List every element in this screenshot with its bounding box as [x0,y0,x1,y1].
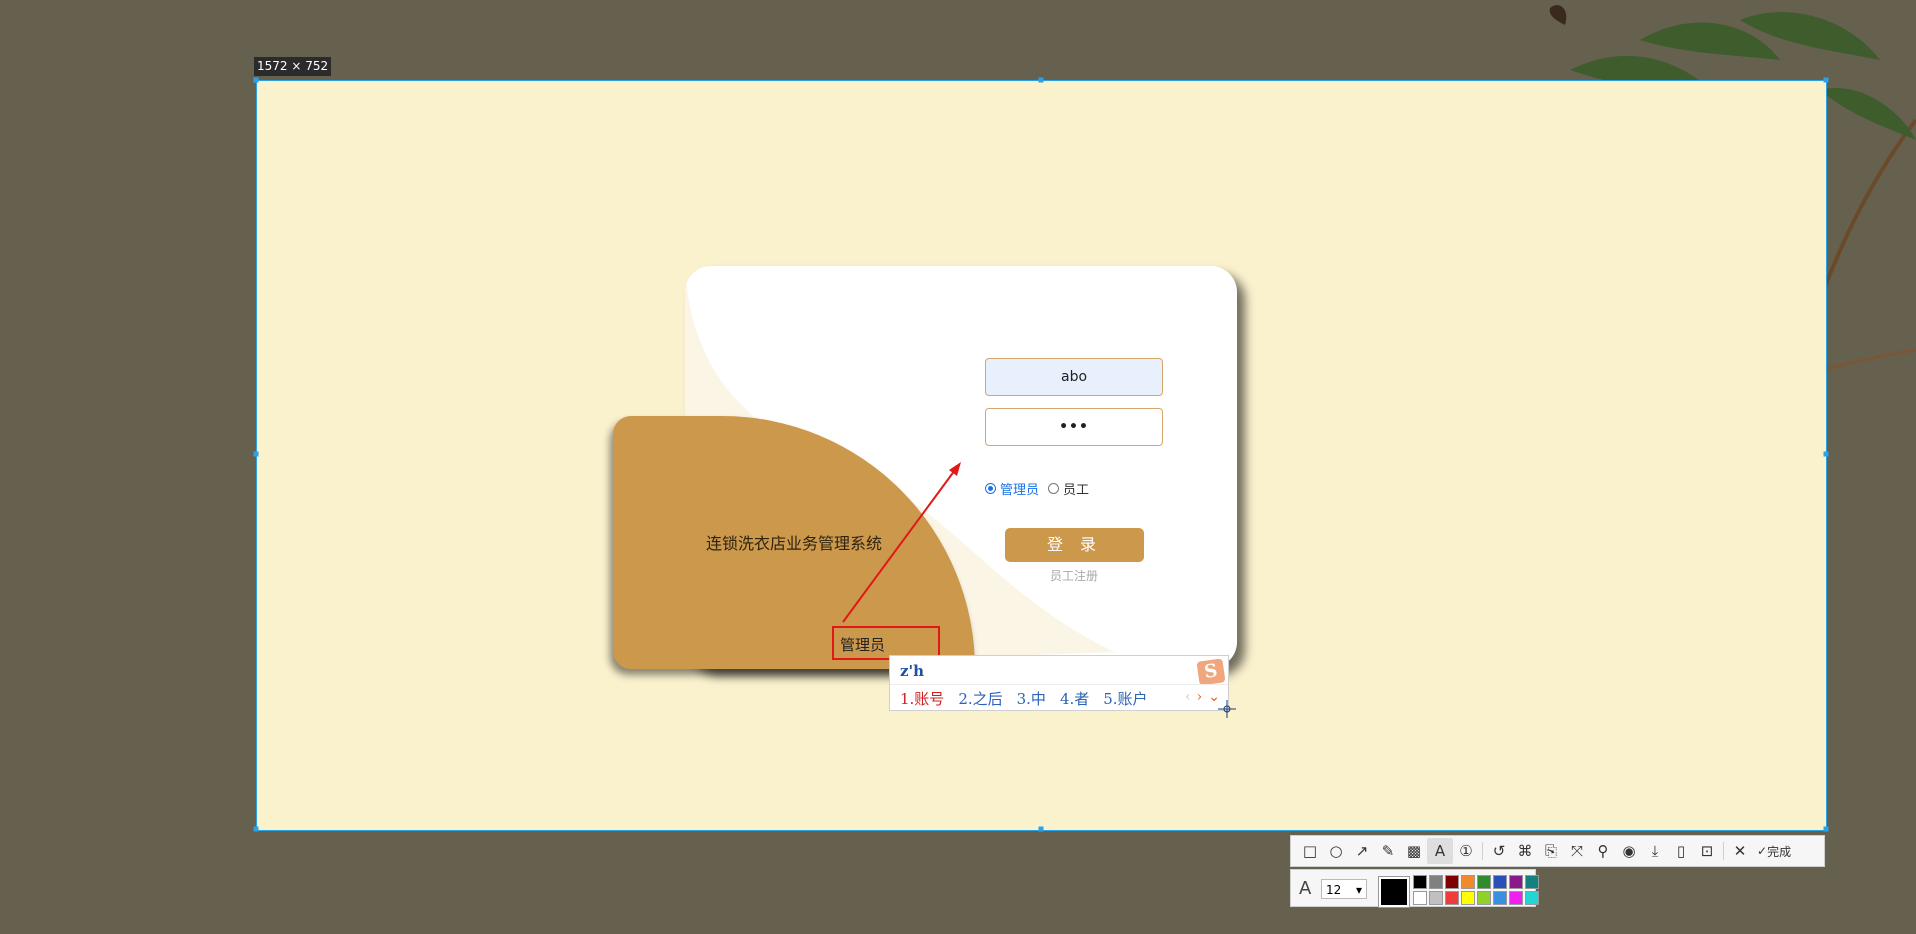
color-swatch[interactable] [1493,875,1507,889]
role-radio-staff[interactable]: 员工 [1048,479,1089,498]
ime-candidate[interactable]: 3.中 [1017,688,1046,709]
username-input[interactable]: abo [985,358,1163,396]
crosshair-cursor-icon [1218,700,1236,718]
color-swatch[interactable] [1413,875,1427,889]
color-swatch[interactable] [1525,891,1539,905]
long-capture-icon[interactable]: ⤧ [1564,838,1590,864]
role-label-staff: 员工 [1063,483,1090,498]
ime-candidate[interactable]: 1.账号 [900,688,944,709]
mosaic-tool-icon[interactable]: ▩ [1401,838,1427,864]
resize-handle-right[interactable] [1823,451,1829,457]
resize-handle-top[interactable] [1038,77,1044,83]
screenshot-toolbar: □ ○ ↗ ✎ ▩ A ① ↺ ⌘ ⎘ ⤧ ⚲ ◉ ⤓ ▯ ⊡ ✕ ✓ 完成 [1290,835,1825,867]
radio-unchecked-icon [1048,483,1059,494]
download-icon[interactable]: ⤓ [1642,838,1668,864]
font-icon: A [1299,878,1312,899]
resize-handle-bottom-right[interactable] [1823,826,1829,832]
color-swatch[interactable] [1477,891,1491,905]
arrow-tool-icon[interactable]: ↗ [1349,838,1375,864]
password-input[interactable]: ••• [985,408,1163,446]
login-button[interactable]: 登 录 [1005,528,1144,562]
undo-icon[interactable]: ↺ [1486,838,1512,864]
color-swatch[interactable] [1413,891,1427,905]
pen-tool-icon[interactable]: ✎ [1375,838,1401,864]
color-swatch[interactable] [1461,875,1475,889]
color-swatch[interactable] [1445,891,1459,905]
ime-candidate-window: z'h S 1.账号 2.之后 3.中 4.者 5.账户 ‹ › ⌄ [889,655,1229,711]
text-style-bar: A 12 [1290,869,1539,908]
color-swatch[interactable] [1429,891,1443,905]
phone-icon[interactable]: ▯ [1668,838,1694,864]
current-color-swatch[interactable] [1378,876,1410,908]
color-swatch[interactable] [1445,875,1459,889]
close-icon[interactable]: ✕ [1727,838,1753,864]
number-tool-icon[interactable]: ① [1453,838,1479,864]
color-swatch[interactable] [1461,891,1475,905]
rectangle-tool-icon[interactable]: □ [1297,838,1323,864]
register-link[interactable]: 员工注册 [1050,567,1098,584]
done-label: 完成 [1767,844,1792,859]
font-size-select[interactable]: 12 [1321,879,1367,900]
ime-logo-icon: S [1196,658,1226,686]
ime-prev-page-icon[interactable]: ‹ [1185,689,1191,705]
resize-handle-top-left[interactable] [253,77,259,83]
translate-icon[interactable]: ⎘ [1538,838,1564,864]
check-icon: ✓ [1757,844,1768,858]
color-swatch[interactable] [1509,891,1523,905]
ime-candidate[interactable]: 4.者 [1060,688,1089,709]
color-swatch[interactable] [1493,891,1507,905]
role-radio-admin[interactable]: 管理员 [985,479,1039,498]
color-swatch[interactable] [1509,875,1523,889]
ime-candidate[interactable]: 5.账户 [1103,688,1147,709]
ellipse-tool-icon[interactable]: ○ [1323,838,1349,864]
resize-handle-bottom-left[interactable] [253,826,259,832]
resize-handle-bottom[interactable] [1038,826,1044,832]
ime-candidate[interactable]: 2.之后 [958,688,1002,709]
radio-checked-icon [985,483,996,494]
selection-size-label: 1572 × 752 [254,57,332,76]
color-swatch[interactable] [1477,875,1491,889]
record-icon[interactable]: ◉ [1616,838,1642,864]
text-tool-icon[interactable]: A [1427,838,1453,864]
role-label-admin: 管理员 [1000,483,1040,498]
pin-icon[interactable]: ⚲ [1590,838,1616,864]
ime-next-page-icon[interactable]: › [1197,689,1203,705]
color-palette [1413,875,1539,905]
ime-composition: z'h [900,662,925,680]
ocr-icon[interactable]: ⌘ [1512,838,1538,864]
done-button[interactable]: ✓ 完成 [1757,843,1791,860]
color-swatch[interactable] [1429,875,1443,889]
resize-handle-left[interactable] [253,451,259,457]
system-title: 连锁洗衣店业务管理系统 [706,534,883,553]
resize-handle-top-right[interactable] [1823,77,1829,83]
color-swatch[interactable] [1525,875,1539,889]
bookmark-icon[interactable]: ⊡ [1694,838,1720,864]
